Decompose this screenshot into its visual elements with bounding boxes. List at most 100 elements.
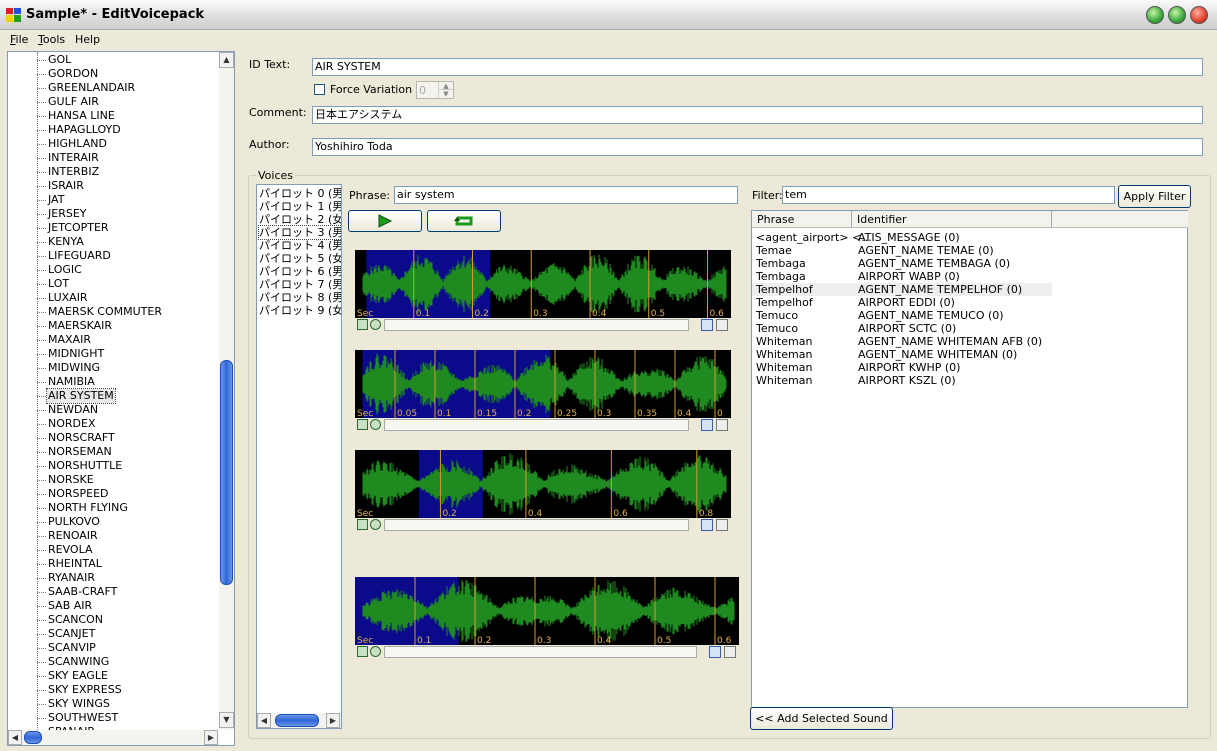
voice-item[interactable]: パイロット 7 (男性 <box>259 278 341 291</box>
voice-hscroll[interactable]: ◀ ▶ <box>257 713 341 728</box>
tree-item[interactable]: HAPAGLLOYD <box>8 123 220 137</box>
tree-item[interactable]: NORTH FLYING <box>8 501 220 515</box>
tree-item[interactable]: SCANJET <box>8 627 220 641</box>
waveform-display[interactable]: 0.1 0.2 0.3 0.4 0.5 0.6 Sec <box>355 577 739 645</box>
phrase-field[interactable]: air system <box>394 186 738 204</box>
zoom-in-icon[interactable] <box>701 519 713 531</box>
add-selected-sound-button[interactable]: << Add Selected Sound <box>750 707 893 730</box>
tree-item[interactable]: INTERBIZ <box>8 165 220 179</box>
zoom-in-icon[interactable] <box>701 319 713 331</box>
wave-hscroll[interactable] <box>384 519 689 531</box>
sound-list[interactable]: <agent_airport> <... ATIS_MESSAGE (0) Tema… <box>751 210 1188 708</box>
sound-row[interactable]: Temuco AIRPORT SCTC (0) <box>752 322 1052 335</box>
author-field[interactable]: Yoshihiro Toda <box>312 138 1203 156</box>
voice-scroll-right-button[interactable]: ▶ <box>326 713 340 728</box>
tree-item[interactable]: SOUTHWEST <box>8 711 220 725</box>
menu-tools[interactable]: Tools <box>38 33 65 46</box>
col-phrase-header[interactable]: Phrase <box>752 211 852 228</box>
voice-item[interactable]: パイロット 6 (男性 <box>259 265 341 278</box>
tree-item[interactable]: REVOLA <box>8 543 220 557</box>
close-button[interactable] <box>1190 6 1208 24</box>
apply-filter-button[interactable]: Apply Filter <box>1118 185 1191 208</box>
zoom-in-icon[interactable] <box>701 419 713 431</box>
tree-item[interactable]: MAERSK COMMUTER <box>8 305 220 319</box>
voice-scroll-left-button[interactable]: ◀ <box>257 713 271 728</box>
tree-item[interactable]: NORSPEED <box>8 487 220 501</box>
scroll-right-button[interactable]: ▶ <box>204 730 218 745</box>
tree-item[interactable]: JETCOPTER <box>8 221 220 235</box>
tree-item[interactable]: RENOAIR <box>8 529 220 543</box>
sound-row[interactable]: Whiteman AGENT_NAME WHITEMAN AFB (0) <box>752 335 1052 348</box>
wave-loop-icon[interactable] <box>370 519 381 530</box>
tree-item[interactable]: HANSA LINE <box>8 109 220 123</box>
voice-hscroll-thumb[interactable] <box>275 714 319 727</box>
tree-item[interactable]: NEWDAN <box>8 403 220 417</box>
scroll-up-button[interactable]: ▲ <box>219 52 234 68</box>
tree-hscroll[interactable]: ◀ ▶ <box>8 730 219 745</box>
tree-item[interactable]: RHEINTAL <box>8 557 220 571</box>
tree-item[interactable]: MAERSKAIR <box>8 319 220 333</box>
tree-item[interactable]: SAAB-CRAFT <box>8 585 220 599</box>
wave-hscroll[interactable] <box>384 319 689 331</box>
tree-item[interactable]: SCANWING <box>8 655 220 669</box>
zoom-in-icon[interactable] <box>709 646 721 658</box>
play-button[interactable] <box>348 210 422 232</box>
voice-list[interactable]: パイロット 0 (男性パイロット 1 (男性パイロット 2 (女性パイロット 3… <box>256 184 342 729</box>
wave-loop-icon[interactable] <box>370 419 381 430</box>
sound-row[interactable]: Whiteman AIRPORT KWHP (0) <box>752 361 1052 374</box>
sound-row[interactable]: Tempelhof AIRPORT EDDI (0) <box>752 296 1052 309</box>
wave-hscroll[interactable] <box>384 646 697 658</box>
tree-item[interactable]: KENYA <box>8 235 220 249</box>
tree-item[interactable]: LIFEGUARD <box>8 249 220 263</box>
voice-item[interactable]: パイロット 3 (男性 <box>257 225 341 240</box>
waveform-display[interactable]: 0.2 0.4 0.6 0.8 Sec <box>355 450 731 518</box>
stepper-down-icon[interactable]: ▼ <box>438 90 453 98</box>
tree-item[interactable]: NORDEX <box>8 417 220 431</box>
sound-row[interactable]: Tembaga AIRPORT WABP (0) <box>752 270 1052 283</box>
tree-item[interactable]: NORSKE <box>8 473 220 487</box>
tree-item[interactable]: SKY EAGLE <box>8 669 220 683</box>
voice-item[interactable]: パイロット 5 (女性 <box>259 252 341 265</box>
tree-item[interactable]: JERSEY <box>8 207 220 221</box>
tree-item[interactable]: MIDNIGHT <box>8 347 220 361</box>
wave-hscroll[interactable] <box>384 419 689 431</box>
tree-item[interactable]: PULKOVO <box>8 515 220 529</box>
menu-file[interactable]: File <box>10 33 28 46</box>
tree-item[interactable]: GREENLANDAIR <box>8 81 220 95</box>
zoom-out-icon[interactable] <box>724 646 736 658</box>
tree-item[interactable]: LOT <box>8 277 220 291</box>
tree-item[interactable]: GOL <box>8 53 220 67</box>
waveform-display[interactable]: 0.1 0.2 0.3 0.4 0.5 0.6 Sec <box>355 250 731 318</box>
scroll-down-button[interactable]: ▼ <box>219 712 234 728</box>
airline-tree[interactable]: GOL GORDON GREENLANDAIR GULF AIR HANSA LINE H… <box>7 51 235 746</box>
tree-item[interactable]: SCANCON <box>8 613 220 627</box>
tree-item[interactable]: MIDWING <box>8 361 220 375</box>
scroll-left-button[interactable]: ◀ <box>8 730 22 745</box>
sound-row[interactable]: Whiteman AIRPORT KSZL (0) <box>752 374 1052 387</box>
tree-item[interactable]: JAT <box>8 193 220 207</box>
tree-item[interactable]: NORSHUTTLE <box>8 459 220 473</box>
tree-item[interactable]: SCANVIP <box>8 641 220 655</box>
tree-item[interactable]: SAB AIR <box>8 599 220 613</box>
tree-item[interactable]: NORSCRAFT <box>8 431 220 445</box>
voice-item[interactable]: パイロット 9 (女性 <box>259 304 341 317</box>
waveform-display[interactable]: 0.05 0.1 0.15 0.2 0.25 0.3 0.35 0.4 0 Sec <box>355 350 731 418</box>
tree-item[interactable]: LUXAIR <box>8 291 220 305</box>
tree-item[interactable]: ISRAIR <box>8 179 220 193</box>
sound-row[interactable]: <agent_airport> <... ATIS_MESSAGE (0) <box>752 231 1052 244</box>
comment-field[interactable]: 日本エアシステム <box>312 106 1203 124</box>
zoom-out-icon[interactable] <box>716 419 728 431</box>
sound-row[interactable]: Tempelhof AGENT_NAME TEMPELHOF (0) <box>752 283 1052 296</box>
col-identifier-header[interactable]: Identifier <box>852 211 1052 228</box>
sound-row[interactable]: Temae AGENT_NAME TEMAE (0) <box>752 244 1052 257</box>
minimize-button[interactable] <box>1146 6 1164 24</box>
wave-play-icon[interactable] <box>357 319 368 330</box>
force-variation-stepper[interactable]: 0 ▲ ▼ <box>416 81 454 99</box>
tree-item[interactable]: MAXAIR <box>8 333 220 347</box>
id-text-field[interactable]: AIR SYSTEM <box>312 58 1203 76</box>
sound-row[interactable]: Whiteman AGENT_NAME WHITEMAN (0) <box>752 348 1052 361</box>
voice-item[interactable]: パイロット 4 (男性 <box>259 239 341 252</box>
tree-item[interactable]: AIR SYSTEM <box>8 388 220 404</box>
wave-loop-icon[interactable] <box>370 319 381 330</box>
zoom-out-icon[interactable] <box>716 519 728 531</box>
